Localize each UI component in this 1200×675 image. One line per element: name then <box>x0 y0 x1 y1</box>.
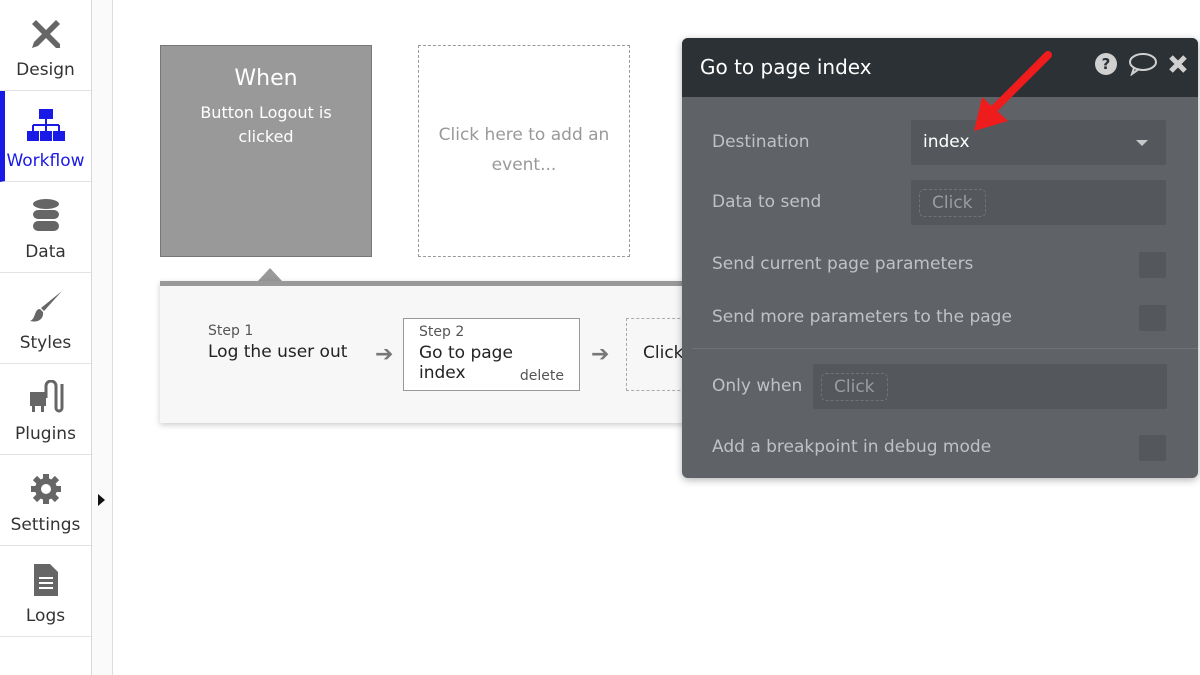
sidebar-label: Workflow <box>6 151 85 171</box>
send-more-params-checkbox[interactable] <box>1139 305 1166 331</box>
svg-text:?: ? <box>1102 55 1111 73</box>
sidebar-label: Logs <box>25 606 66 626</box>
arrow-right-icon: ➔ <box>375 342 394 367</box>
data-to-send-label: Data to send <box>712 192 822 212</box>
step-title: Log the user out <box>208 342 348 362</box>
workflow-hierarchy-icon <box>0 105 91 145</box>
breakpoint-checkbox[interactable] <box>1139 435 1166 461</box>
divider <box>692 348 1198 349</box>
add-step-label: Click <box>643 343 684 363</box>
sidebar-label: Styles <box>19 333 72 353</box>
gear-icon <box>0 469 91 509</box>
sidebar-label: Data <box>25 242 66 262</box>
breakpoint-label: Add a breakpoint in debug mode <box>712 437 992 457</box>
delete-step-link[interactable]: delete <box>520 368 564 384</box>
step-2[interactable]: Step 2 Go to page index delete <box>403 318 580 391</box>
sidebar-item-plugins[interactable]: Plugins <box>0 364 91 455</box>
database-icon <box>0 196 91 236</box>
event-pointer <box>258 268 282 281</box>
data-to-send-placeholder: Click <box>919 189 986 217</box>
sidebar-label: Plugins <box>15 424 76 444</box>
comment-icon[interactable] <box>1128 52 1158 81</box>
sidebar-collapse-strip <box>92 0 113 675</box>
document-icon <box>0 560 91 600</box>
data-to-send-field[interactable]: Click <box>911 180 1166 225</box>
send-current-params-checkbox[interactable] <box>1139 252 1166 278</box>
event-description: Button Logout is clicked <box>200 103 332 146</box>
add-event-card[interactable]: Click here to add an event... <box>418 45 630 257</box>
sidebar-item-workflow[interactable]: Workflow <box>0 91 91 182</box>
sidebar-label: Design <box>16 60 75 80</box>
only-when-label: Only when <box>712 376 803 396</box>
sidebar-item-design[interactable]: Design <box>0 0 91 91</box>
only-when-field[interactable]: Click <box>813 364 1167 409</box>
sidebar-item-settings[interactable]: Settings <box>0 455 91 546</box>
plug-icon <box>0 378 91 418</box>
only-when-placeholder: Click <box>821 373 888 401</box>
sidebar-item-data[interactable]: Data <box>0 182 91 273</box>
design-tools-icon <box>0 14 91 54</box>
event-title: When <box>234 66 298 91</box>
expand-arrow-icon[interactable] <box>98 494 105 506</box>
chevron-down-icon <box>1136 140 1148 146</box>
close-icon[interactable] <box>1168 54 1188 79</box>
steps-panel: Step 1 Log the user out ➔ Step 2 Go to p… <box>160 281 706 423</box>
step-number: Step 2 <box>419 324 465 340</box>
sidebar-label: Settings <box>10 515 81 535</box>
send-current-params-label: Send current page parameters <box>712 254 974 274</box>
panel-title: Go to page index <box>700 55 872 79</box>
sidebar: Design Workflow Data Styles Plugins Sett… <box>0 0 92 675</box>
step-number: Step 1 <box>208 323 254 339</box>
red-annotation-arrow-icon <box>974 51 1052 131</box>
arrow-right-icon: ➔ <box>591 342 610 367</box>
event-card[interactable]: When Button Logout is clicked <box>160 45 372 257</box>
help-icon[interactable]: ? <box>1094 52 1118 81</box>
brush-icon <box>0 287 91 327</box>
destination-label: Destination <box>712 132 810 152</box>
sidebar-item-styles[interactable]: Styles <box>0 273 91 364</box>
send-more-params-label: Send more parameters to the page <box>712 307 1012 327</box>
sidebar-item-logs[interactable]: Logs <box>0 546 91 637</box>
panel-header: Go to page index ? <box>682 38 1198 97</box>
step-1[interactable]: Step 1 Log the user out <box>208 323 347 362</box>
action-properties-panel: Go to page index ? Destination index Dat… <box>682 38 1198 478</box>
